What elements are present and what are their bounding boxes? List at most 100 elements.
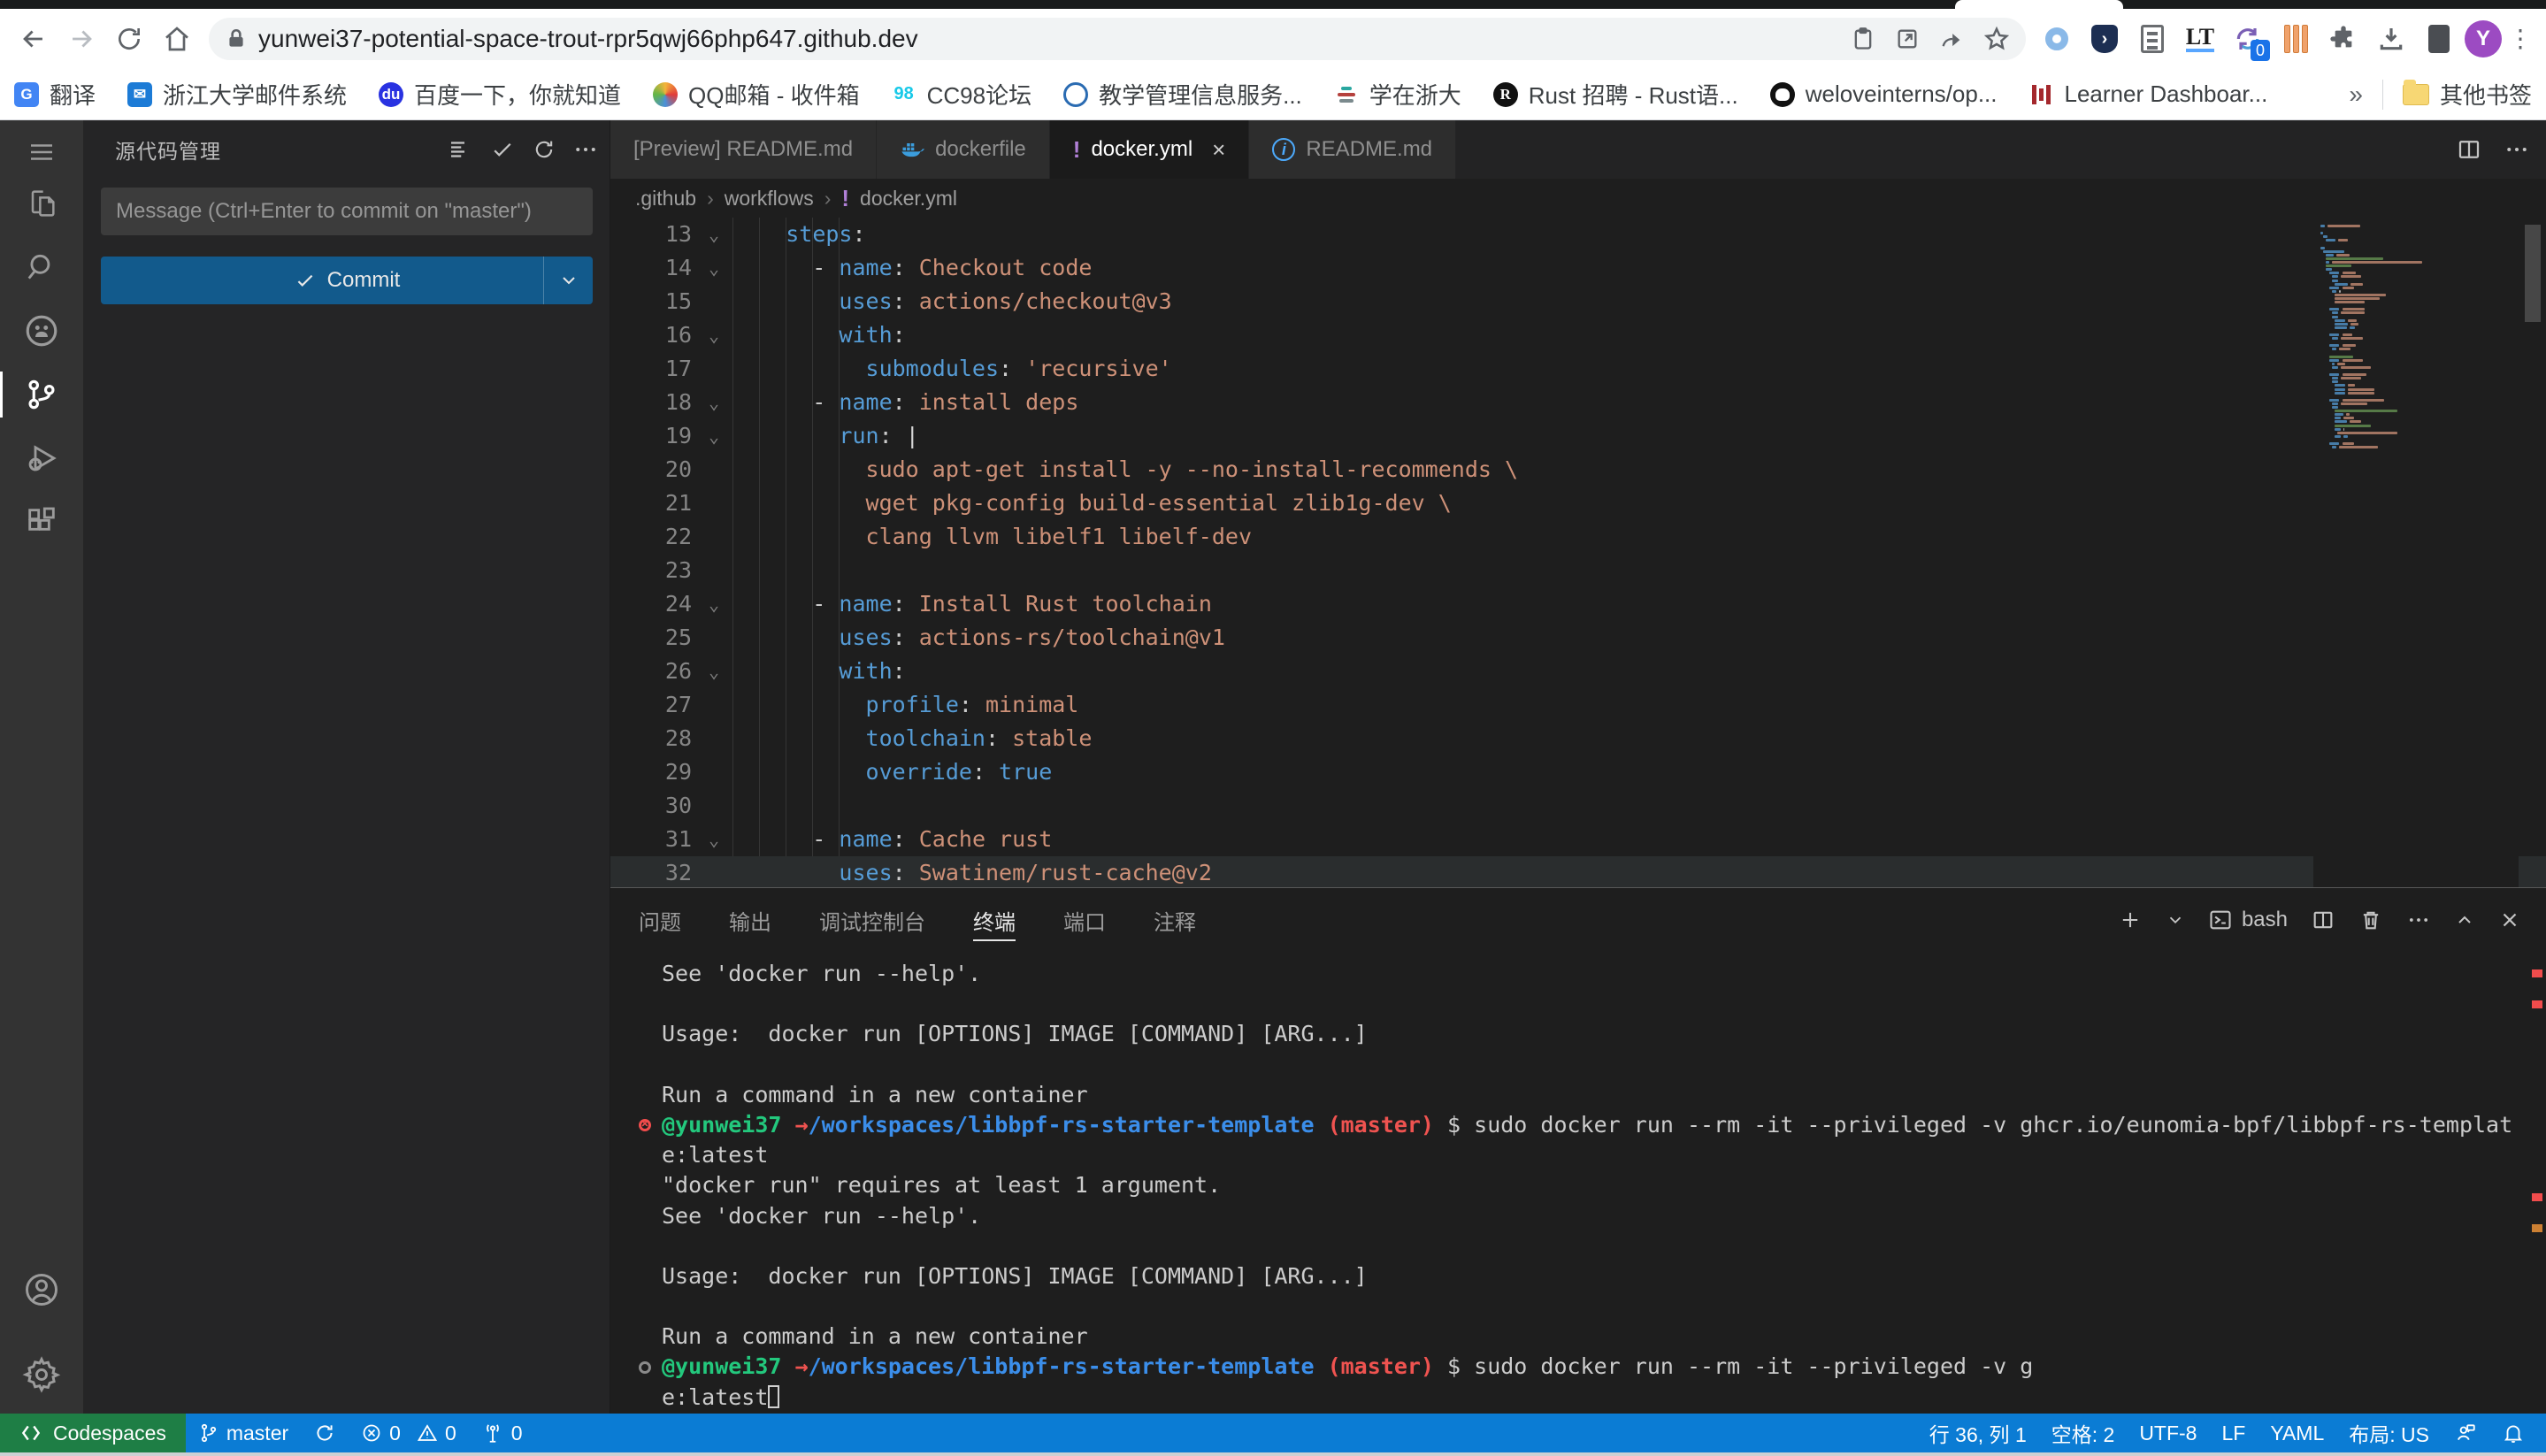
code-line[interactable]: 14⌄ - name: Checkout code xyxy=(610,251,2546,285)
code-line[interactable]: 29 override: true xyxy=(610,755,2546,789)
bookmark-star-icon[interactable] xyxy=(1983,26,2010,52)
line-number[interactable]: 20 xyxy=(610,453,692,487)
split-screen-extension-icon[interactable] xyxy=(2422,22,2456,56)
clipboard-icon[interactable] xyxy=(1851,27,1875,51)
terminal-dropdown-chevron-icon[interactable] xyxy=(2166,910,2185,930)
panel-tab[interactable]: 输出 xyxy=(729,888,771,952)
code-line[interactable]: 22 clang llvm libelf1 libelf-dev xyxy=(610,520,2546,554)
indentation[interactable]: 空格: 2 xyxy=(2039,1414,2128,1452)
line-number[interactable]: 17 xyxy=(610,352,692,386)
line-number[interactable]: 14 xyxy=(610,251,692,285)
code-line[interactable]: 17 submodules: 'recursive' xyxy=(610,352,2546,386)
github-icon[interactable] xyxy=(0,304,83,357)
address-bar[interactable]: yunwei37-potential-space-trout-rpr5qwj66… xyxy=(209,18,2026,60)
line-number[interactable]: 13 xyxy=(610,218,692,251)
code-line[interactable]: 15 uses: actions/checkout@v3 xyxy=(610,285,2546,318)
code-line[interactable]: 27 profile: minimal xyxy=(610,688,2546,722)
forward-button[interactable] xyxy=(60,18,103,60)
remote-indicator[interactable]: Codespaces xyxy=(0,1414,186,1452)
line-number[interactable]: 21 xyxy=(610,487,692,520)
commit-dropdown-chevron-icon[interactable] xyxy=(543,257,593,304)
ports-indicator[interactable]: 0 xyxy=(469,1414,535,1452)
bookmark-item[interactable]: weloveinterns/op... xyxy=(1770,78,1998,111)
breadcrumb-item[interactable]: .github xyxy=(635,187,696,211)
source-control-icon[interactable] xyxy=(0,368,83,421)
bookmark-item[interactable]: 教学管理信息服务... xyxy=(1063,78,1302,111)
fold-chevron-icon[interactable]: ⌄ xyxy=(699,823,729,856)
split-editor-icon[interactable] xyxy=(2456,136,2482,163)
run-debug-icon[interactable] xyxy=(0,432,83,485)
line-number[interactable]: 28 xyxy=(610,722,692,755)
fold-chevron-icon[interactable]: ⌄ xyxy=(699,419,729,453)
code-line[interactable]: 32 uses: Swatinem/rust-cache@v2 xyxy=(610,856,2546,887)
code-line[interactable]: 13⌄ steps: xyxy=(610,218,2546,251)
settings-gear-icon[interactable] xyxy=(0,1348,83,1401)
code-line[interactable]: 21 wget pkg-config build-essential zlib1… xyxy=(610,487,2546,520)
split-terminal-icon[interactable] xyxy=(2311,908,2335,932)
panel-more-actions-icon[interactable] xyxy=(2406,908,2431,932)
line-number[interactable]: 32 xyxy=(610,856,692,887)
bookmark-item[interactable]: 98CC98论坛 xyxy=(892,78,1031,111)
fold-chevron-icon[interactable]: ⌄ xyxy=(699,386,729,419)
other-bookmarks-button[interactable]: 其他书签 xyxy=(2403,78,2532,111)
code-line[interactable]: 16⌄ with: xyxy=(610,318,2546,352)
fold-chevron-icon[interactable]: ⌄ xyxy=(699,251,729,285)
line-number[interactable]: 19 xyxy=(610,419,692,453)
code-line[interactable]: 30 xyxy=(610,789,2546,823)
editor-scrollbar[interactable] xyxy=(2523,218,2542,887)
keyboard-layout[interactable]: 布局: US xyxy=(2336,1414,2442,1452)
commit-check-icon[interactable] xyxy=(489,136,516,163)
bookmark-item[interactable]: Learner Dashboar... xyxy=(2029,78,2268,111)
maximize-panel-chevron-icon[interactable] xyxy=(2454,909,2475,931)
editor-tab[interactable]: iREADME.md xyxy=(1249,120,1456,179)
home-button[interactable] xyxy=(156,18,198,60)
browser-menu-icon[interactable]: ⋮ xyxy=(2507,34,2534,43)
share-icon[interactable] xyxy=(1939,27,1964,51)
branch-indicator[interactable]: master xyxy=(186,1414,301,1452)
editor-tab[interactable]: !docker.yml× xyxy=(1050,120,1250,179)
panel-tab[interactable]: 问题 xyxy=(639,888,681,952)
code-line[interactable]: 26⌄ with: xyxy=(610,655,2546,688)
bookmark-item[interactable]: QQ邮箱 - 收件箱 xyxy=(653,78,860,111)
code-line[interactable]: 24⌄ - name: Install Rust toolchain xyxy=(610,587,2546,621)
line-number[interactable]: 29 xyxy=(610,755,692,789)
fold-chevron-icon[interactable]: ⌄ xyxy=(699,218,729,251)
extensions-icon[interactable] xyxy=(0,495,83,548)
panel-tab[interactable]: 端口 xyxy=(1063,888,1106,952)
close-tab-icon[interactable]: × xyxy=(1212,136,1225,164)
extensions-puzzle-icon[interactable] xyxy=(2327,22,2360,56)
bookmark-item[interactable]: 学在浙大 xyxy=(1334,78,1461,111)
breadcrumb[interactable]: .github›workflows›!docker.yml xyxy=(610,179,2546,218)
refresh-icon[interactable] xyxy=(532,137,556,162)
code-line[interactable]: 19⌄ run: | xyxy=(610,419,2546,453)
terminal-instance[interactable]: bash xyxy=(2208,908,2288,932)
editor-actions-more-icon[interactable] xyxy=(2504,136,2530,163)
minimap[interactable] xyxy=(2313,218,2519,887)
new-terminal-icon[interactable] xyxy=(2118,908,2143,932)
tab-sync-extension-icon[interactable]: 0 xyxy=(2231,22,2265,56)
editor-scrollbar-thumb[interactable] xyxy=(2525,225,2541,322)
line-number[interactable]: 18 xyxy=(610,386,692,419)
line-number[interactable]: 24 xyxy=(610,587,692,621)
fold-chevron-icon[interactable]: ⌄ xyxy=(699,655,729,688)
kill-terminal-trash-icon[interactable] xyxy=(2358,908,2383,932)
encoding[interactable]: UTF-8 xyxy=(2127,1414,2209,1452)
notifications-bell-icon[interactable] xyxy=(2489,1414,2537,1452)
downloads-icon[interactable] xyxy=(2374,22,2408,56)
profile-avatar[interactable]: Y xyxy=(2465,20,2502,57)
close-panel-icon[interactable] xyxy=(2498,908,2521,931)
menu-hamburger-icon[interactable] xyxy=(0,126,83,179)
feedback-icon[interactable] xyxy=(2442,1414,2489,1452)
code-line[interactable]: 18⌄ - name: install deps xyxy=(610,386,2546,419)
fold-chevron-icon[interactable]: ⌄ xyxy=(699,587,729,621)
code-line[interactable]: 25 uses: actions-rs/toolchain@v1 xyxy=(610,621,2546,655)
code-line[interactable]: 23 xyxy=(610,554,2546,587)
editor-tab[interactable]: dockerfile xyxy=(877,120,1050,179)
line-number[interactable]: 31 xyxy=(610,823,692,856)
line-number[interactable]: 30 xyxy=(610,789,692,823)
crayons-extension-icon[interactable] xyxy=(2279,22,2312,56)
circle-extension-icon[interactable] xyxy=(2040,22,2074,56)
line-number[interactable]: 22 xyxy=(610,520,692,554)
breadcrumb-item[interactable]: workflows xyxy=(725,187,814,211)
bookmark-item[interactable]: RRust 招聘 - Rust语... xyxy=(1493,78,1738,111)
